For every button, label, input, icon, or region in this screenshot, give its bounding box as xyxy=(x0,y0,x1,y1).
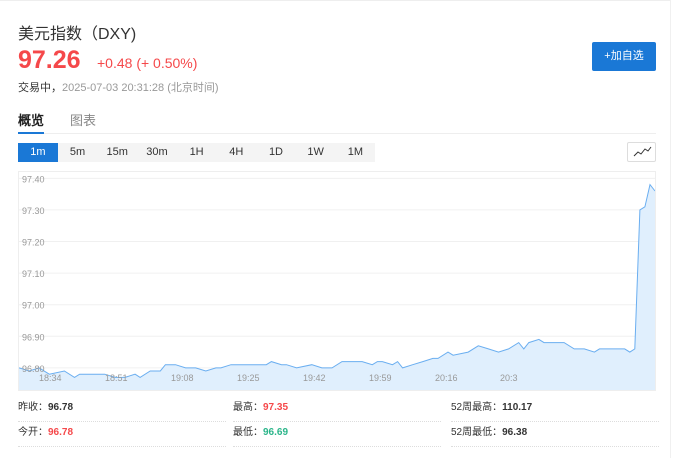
interval-1W[interactable]: 1W xyxy=(296,143,336,162)
timestamp: 2025-07-03 20:31:28 (北京时间) xyxy=(62,82,219,94)
scrollbar[interactable] xyxy=(670,0,680,458)
interval-1M[interactable]: 1M xyxy=(336,143,376,162)
x-tick-label: 20:16 xyxy=(435,373,458,383)
stat-item: 最高：97.35 xyxy=(233,398,441,422)
y-tick-label: 97.40 xyxy=(22,174,45,184)
stat-value: 110.17 xyxy=(502,402,533,413)
x-tick-label: 20:3 xyxy=(500,373,518,383)
page-title: 美元指数（DXY) xyxy=(18,26,137,43)
interval-15m[interactable]: 15m xyxy=(97,143,137,162)
y-tick-label: 97.10 xyxy=(22,269,45,279)
interval-selector: 1m 5m 15m 30m 1H 4H 1D 1W 1M xyxy=(18,143,376,162)
interval-1m[interactable]: 1m xyxy=(18,143,58,162)
stat-label: 今开： xyxy=(18,427,48,438)
stat-item: 最低：96.69 xyxy=(233,423,441,447)
tab-bar: 概览 图表 xyxy=(18,108,656,134)
stat-value: 97.35 xyxy=(263,402,289,413)
stat-value: 96.78 xyxy=(48,402,74,413)
price-chart: 96.80 96.90 97.00 97.10 97.20 97.30 97.40 18:34… xyxy=(18,171,656,391)
interval-5m[interactable]: 5m xyxy=(58,143,98,162)
x-tick-label: 19:25 xyxy=(237,373,260,383)
stat-value: 96.78 xyxy=(48,427,74,438)
stat-item: 今开：96.78 xyxy=(18,423,226,447)
price-area-fill xyxy=(19,184,655,390)
interval-1H[interactable]: 1H xyxy=(177,143,217,162)
trading-status: 交易中，2025-07-03 20:31:28 (北京时间) xyxy=(18,79,219,95)
stat-label: 52周最低： xyxy=(451,427,503,438)
status-label: 交易中， xyxy=(18,82,62,94)
x-tick-label: 19:08 xyxy=(171,373,194,383)
add-to-watchlist-button[interactable]: +加自选 xyxy=(592,42,656,71)
stat-value: 96.38 xyxy=(502,427,528,438)
stat-label: 52周最高： xyxy=(451,402,503,413)
interval-30m[interactable]: 30m xyxy=(137,143,177,162)
current-price: 97.26 xyxy=(18,46,81,74)
stat-value: 96.69 xyxy=(263,427,289,438)
chart-type-toggle[interactable] xyxy=(627,142,656,162)
interval-1D[interactable]: 1D xyxy=(256,143,296,162)
y-tick-label: 97.00 xyxy=(22,301,45,311)
line-chart-icon xyxy=(633,146,652,157)
x-tick-label: 19:59 xyxy=(369,373,392,383)
x-tick-label: 19:42 xyxy=(303,373,326,383)
top-divider xyxy=(0,0,670,1)
stat-label: 最高： xyxy=(233,402,263,413)
stat-item: 52周最高：110.17 xyxy=(451,398,659,422)
stat-label: 最低： xyxy=(233,427,263,438)
stat-label: 昨收： xyxy=(18,402,48,413)
x-tick-label: 18:51 xyxy=(105,373,128,383)
y-tick-label: 97.20 xyxy=(22,238,45,248)
price-change: +0.48 (+ 0.50%) xyxy=(97,55,198,71)
interval-4H[interactable]: 4H xyxy=(216,143,256,162)
stat-item: 52周最低：96.38 xyxy=(451,423,659,447)
y-tick-label: 96.90 xyxy=(22,332,45,342)
x-tick-label: 18:34 xyxy=(39,373,62,383)
stat-item: 昨收：96.78 xyxy=(18,398,226,422)
price-chart-svg: 96.8096.9097.0097.1097.2097.3097.4018:34… xyxy=(18,174,656,390)
tab-overview[interactable]: 概览 xyxy=(18,110,45,134)
y-tick-label: 97.30 xyxy=(22,206,45,216)
tab-chart[interactable]: 图表 xyxy=(70,110,96,129)
